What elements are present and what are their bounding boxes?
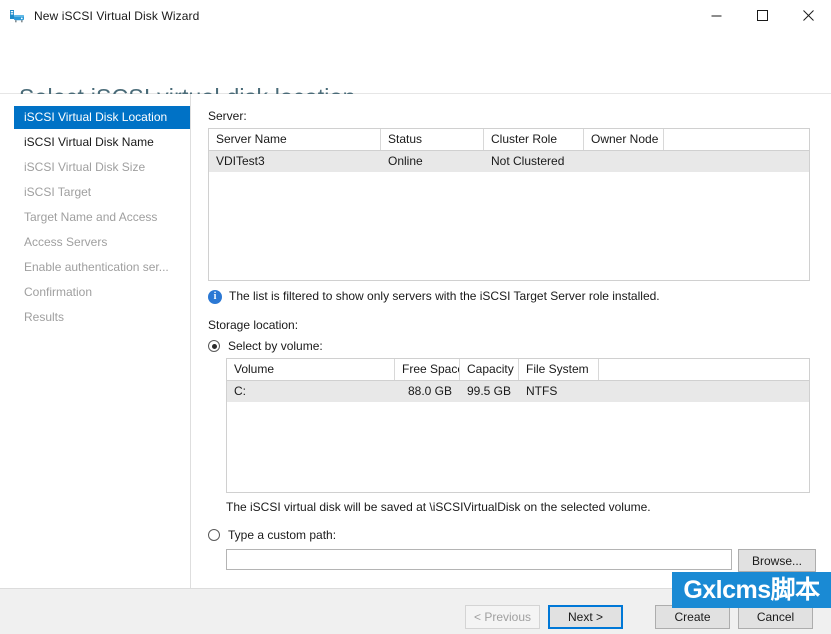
table-row[interactable]: VDITest3 Online Not Clustered bbox=[209, 151, 809, 172]
custom-path-input[interactable] bbox=[226, 549, 732, 570]
header-band: Select iSCSI virtual disk location bbox=[0, 31, 831, 110]
column-header-owner-node[interactable]: Owner Node bbox=[584, 129, 664, 150]
column-header-volume[interactable]: Volume bbox=[227, 359, 395, 380]
sidebar-item-iscsi-virtual-disk-size: iSCSI Virtual Disk Size bbox=[24, 160, 146, 174]
window-controls bbox=[693, 0, 831, 31]
column-header-free-space[interactable]: Free Space bbox=[395, 359, 460, 380]
sidebar-item-target-name-and-access: Target Name and Access bbox=[24, 210, 158, 224]
main-pane: Server: Server Name Status Cluster Role … bbox=[190, 94, 831, 588]
minimize-button[interactable] bbox=[693, 0, 739, 31]
sidebar-item-iscsi-target: iSCSI Target bbox=[24, 185, 92, 199]
filter-info-message: i The list is filtered to show only serv… bbox=[208, 289, 660, 304]
cell-volume: C: bbox=[234, 384, 246, 398]
radio-custom-path-label: Type a custom path: bbox=[228, 528, 337, 542]
create-button[interactable]: Create bbox=[655, 605, 730, 629]
table-row[interactable]: C: 88.0 GB 99.5 GB NTFS bbox=[227, 381, 809, 402]
sidebar-item-enable-authentication: Enable authentication ser... bbox=[24, 260, 169, 274]
column-header-filler bbox=[664, 129, 809, 150]
column-header-server-name[interactable]: Server Name bbox=[209, 129, 381, 150]
cell-free-space: 88.0 GB bbox=[407, 384, 452, 398]
maximize-button[interactable] bbox=[739, 0, 785, 31]
save-location-note: The iSCSI virtual disk will be saved at … bbox=[226, 500, 651, 514]
column-header-capacity[interactable]: Capacity bbox=[460, 359, 519, 380]
info-icon: i bbox=[208, 290, 222, 304]
cell-file-system: NTFS bbox=[526, 384, 558, 398]
cancel-button[interactable]: Cancel bbox=[738, 605, 813, 629]
content-area: iSCSI Virtual Disk Location iSCSI Virtua… bbox=[0, 94, 831, 588]
storage-location-label: Storage location: bbox=[208, 318, 299, 332]
watermark-banner: Gxlcms脚本 bbox=[672, 572, 831, 608]
column-header-cluster-role[interactable]: Cluster Role bbox=[484, 129, 584, 150]
sidebar-item-iscsi-virtual-disk-name[interactable]: iSCSI Virtual Disk Name bbox=[14, 131, 190, 154]
cell-cluster-role: Not Clustered bbox=[491, 154, 565, 168]
sidebar-item-results: Results bbox=[24, 310, 65, 324]
server-label: Server: bbox=[208, 109, 247, 123]
volume-table-header: Volume Free Space Capacity File System bbox=[227, 359, 809, 381]
cell-status: Online bbox=[388, 154, 423, 168]
sidebar-item-confirmation: Confirmation bbox=[24, 285, 93, 299]
server-table-header: Server Name Status Cluster Role Owner No… bbox=[209, 129, 809, 151]
column-header-status[interactable]: Status bbox=[381, 129, 484, 150]
cell-server-name: VDITest3 bbox=[216, 154, 265, 168]
cell-capacity: 99.5 GB bbox=[466, 384, 511, 398]
column-header-file-system[interactable]: File System bbox=[519, 359, 599, 380]
server-table[interactable]: Server Name Status Cluster Role Owner No… bbox=[208, 128, 810, 281]
close-button[interactable] bbox=[785, 0, 831, 31]
column-header-filler bbox=[599, 359, 809, 380]
radio-custom-path-indicator[interactable] bbox=[208, 529, 220, 541]
iscsi-disk-icon bbox=[9, 8, 25, 24]
window-title: New iSCSI Virtual Disk Wizard bbox=[34, 8, 200, 23]
radio-select-by-volume-label: Select by volume: bbox=[228, 339, 323, 353]
title-bar: New iSCSI Virtual Disk Wizard bbox=[0, 0, 831, 31]
filter-info-text: The list is filtered to show only server… bbox=[229, 289, 660, 303]
cell-owner-node bbox=[584, 151, 664, 172]
radio-select-by-volume-indicator[interactable] bbox=[208, 340, 220, 352]
wizard-step-list: iSCSI Virtual Disk Location iSCSI Virtua… bbox=[0, 94, 191, 588]
previous-button[interactable]: < Previous bbox=[465, 605, 540, 629]
next-button[interactable]: Next > bbox=[548, 605, 623, 629]
radio-select-by-volume[interactable]: Select by volume: bbox=[208, 339, 323, 353]
sidebar-item-iscsi-virtual-disk-location[interactable]: iSCSI Virtual Disk Location bbox=[14, 106, 190, 129]
radio-custom-path[interactable]: Type a custom path: bbox=[208, 528, 336, 542]
browse-button[interactable]: Browse... bbox=[738, 549, 816, 572]
sidebar-item-access-servers: Access Servers bbox=[24, 235, 108, 249]
volume-table[interactable]: Volume Free Space Capacity File System C… bbox=[226, 358, 810, 493]
